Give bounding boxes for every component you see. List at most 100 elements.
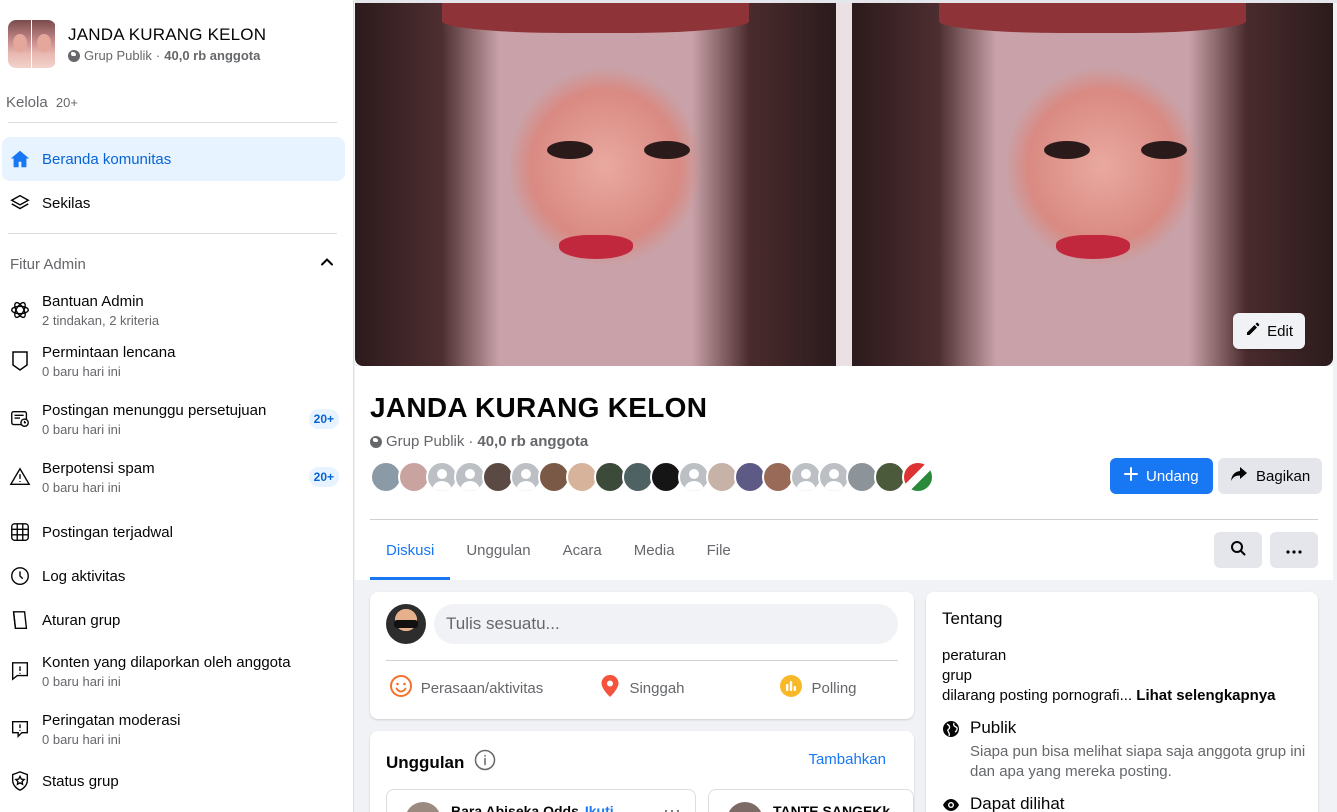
tab-media[interactable]: Media: [618, 520, 691, 580]
sidebar-group-members: 40,0 rb anggota: [164, 48, 261, 63]
group-header: JANDA KURANG KELON Grup Publik · 40,0 rb…: [355, 366, 1333, 580]
group-tabs: Diskusi Unggulan Acara Media File: [370, 520, 747, 580]
featured-post-card[interactable]: TANTE SANGEKk: [708, 789, 914, 812]
about-description: peraturan grup dilarang posting pornogra…: [942, 646, 1276, 706]
pencil-icon: [1245, 321, 1261, 341]
admin-item-subtitle: 0 baru hari ini: [42, 673, 121, 689]
feeling-activity-button[interactable]: Perasaan/aktivitas: [378, 668, 554, 708]
sidebar-group-name[interactable]: JANDA KURANG KELON: [68, 25, 266, 45]
admin-item-title: Berpotensi spam: [42, 459, 155, 477]
sidebar-item-label: Beranda komunitas: [42, 150, 172, 168]
admin-item-subtitle: 2 tindakan, 2 kriteria: [42, 312, 160, 328]
moderation-alert-icon: [6, 715, 34, 743]
about-public-row: Publik Siapa pun bisa melihat siapa saja…: [942, 718, 1310, 782]
featured-author-name[interactable]: TANTE SANGEKk: [773, 803, 890, 812]
pending-post-icon: [6, 405, 34, 433]
admin-item-title: Status grup: [42, 772, 119, 790]
cover-image-left: [355, 3, 852, 366]
share-button[interactable]: Bagikan: [1218, 458, 1323, 494]
about-desc-line: grup: [942, 667, 973, 684]
tab-discussion[interactable]: Diskusi: [370, 520, 451, 580]
edit-cover-button[interactable]: Edit: [1233, 313, 1305, 349]
info-icon[interactable]: [474, 749, 496, 776]
tab-events[interactable]: Acara: [547, 520, 618, 580]
report-icon: [6, 657, 34, 685]
globe-icon: [370, 435, 382, 448]
admin-item-title: Permintaan lencana: [42, 343, 176, 361]
admin-item-subtitle: 0 baru hari ini: [42, 421, 121, 437]
current-user-avatar[interactable]: [386, 604, 426, 644]
admin-item-title: Konten yang dilaporkan oleh anggota: [42, 653, 291, 671]
check-in-button[interactable]: Singgah: [554, 668, 730, 708]
sidebar-item-pending-posts[interactable]: Postingan menunggu persetujuan 0 baru ha…: [0, 390, 353, 448]
more-dots-icon[interactable]: ···: [663, 800, 681, 812]
admin-item-subtitle: 0 baru hari ini: [42, 731, 121, 747]
calendar-grid-icon: [6, 518, 34, 546]
chevron-up-icon[interactable]: [319, 254, 335, 274]
about-title: Tentang: [942, 609, 1003, 628]
avatar[interactable]: [727, 802, 763, 812]
search-button[interactable]: [1214, 532, 1262, 568]
sidebar-item-moderation-alerts[interactable]: Peringatan moderasi 0 baru hari ini: [0, 700, 353, 758]
featured-title: Unggulan: [386, 752, 465, 772]
sidebar-item-label: Sekilas: [42, 194, 91, 212]
more-options-button[interactable]: [1270, 532, 1318, 568]
featured-post-card[interactable]: Bara Abiseka Odds Ikuti ···: [386, 789, 696, 812]
admin-section-header[interactable]: Fitur Admin: [0, 234, 353, 294]
avatar[interactable]: [902, 461, 934, 493]
group-privacy[interactable]: Grup Publik: [386, 433, 464, 450]
layers-icon: [8, 191, 32, 215]
share-arrow-icon: [1230, 466, 1248, 486]
admin-item-title: Postingan menunggu persetujuan: [42, 401, 267, 419]
admin-item-title: Log aktivitas: [42, 567, 126, 585]
featured-author-name[interactable]: Bara Abiseka Odds: [451, 803, 579, 812]
about-public-title: Publik: [970, 718, 1017, 737]
sidebar-item-overview[interactable]: Sekilas: [2, 181, 345, 225]
admin-item-subtitle: 0 baru hari ini: [42, 363, 121, 379]
edit-label: Edit: [1267, 322, 1293, 340]
manage-label: Kelola: [6, 94, 48, 111]
invite-button[interactable]: Undang: [1110, 458, 1213, 494]
avatar[interactable]: [405, 802, 441, 812]
sidebar-group-meta: Grup Publik · 40,0 rb anggota: [68, 48, 266, 63]
manage-count: 20+: [55, 95, 78, 110]
divider: [386, 660, 898, 661]
sidebar-item-community-home[interactable]: Beranda komunitas: [2, 137, 345, 181]
cover-photo[interactable]: [355, 3, 1333, 366]
clock-icon: [6, 562, 34, 590]
sidebar-item-scheduled-posts[interactable]: Postingan terjadwal: [0, 510, 353, 554]
add-featured-link[interactable]: Tambahkan: [808, 751, 886, 768]
featured-header: Unggulan: [386, 749, 496, 776]
poll-button[interactable]: Polling: [730, 668, 906, 708]
featured-section: Unggulan Tambahkan Bara Abiseka Odds Ikut…: [370, 731, 914, 812]
count-badge: 20+: [308, 467, 339, 487]
sidebar-item-badge-requests[interactable]: Permintaan lencana 0 baru hari ini: [0, 332, 353, 390]
group-thumbnail[interactable]: [8, 20, 56, 68]
poll-icon: [779, 674, 803, 702]
search-icon: [1230, 540, 1246, 561]
sidebar-group-header[interactable]: JANDA KURANG KELON Grup Publik · 40,0 rb…: [0, 0, 353, 70]
admin-item-title: Aturan grup: [42, 611, 121, 629]
group-meta: Grup Publik · 40,0 rb anggota: [370, 433, 588, 450]
badge-shield-icon: [6, 347, 34, 375]
member-avatars[interactable]: [370, 461, 934, 493]
about-card: Tentang peraturan grup dilarang posting …: [926, 592, 1318, 812]
sidebar-item-activity-log[interactable]: Log aktivitas: [0, 554, 353, 598]
see-more-link[interactable]: Lihat selengkapnya: [1136, 687, 1275, 704]
about-desc-line: peraturan: [942, 647, 1007, 664]
write-something-input[interactable]: Tulis sesuatu...: [434, 604, 898, 644]
warning-icon: [6, 463, 34, 491]
sidebar-item-reported-content[interactable]: Konten yang dilaporkan oleh anggota 0 ba…: [0, 642, 353, 700]
tab-featured[interactable]: Unggulan: [450, 520, 546, 580]
sidebar-item-group-rules[interactable]: Aturan grup: [0, 598, 353, 642]
group-member-count[interactable]: 40,0 rb anggota: [477, 433, 588, 450]
admin-sidebar: JANDA KURANG KELON Grup Publik · 40,0 rb…: [0, 0, 354, 812]
group-main: Edit JANDA KURANG KELON Grup Publik · 40…: [355, 0, 1337, 812]
follow-link[interactable]: Ikuti: [585, 803, 614, 812]
sidebar-item-potential-spam[interactable]: Berpotensi spam 0 baru hari ini 20+: [0, 448, 353, 506]
sidebar-item-admin-assist[interactable]: Bantuan Admin 2 tindakan, 2 kriteria: [0, 288, 353, 332]
sidebar-item-group-status[interactable]: Status grup: [0, 758, 353, 804]
tab-files[interactable]: File: [691, 520, 747, 580]
eye-icon: [942, 796, 960, 812]
composer-actions: Perasaan/aktivitas Singgah Polling: [378, 668, 906, 708]
